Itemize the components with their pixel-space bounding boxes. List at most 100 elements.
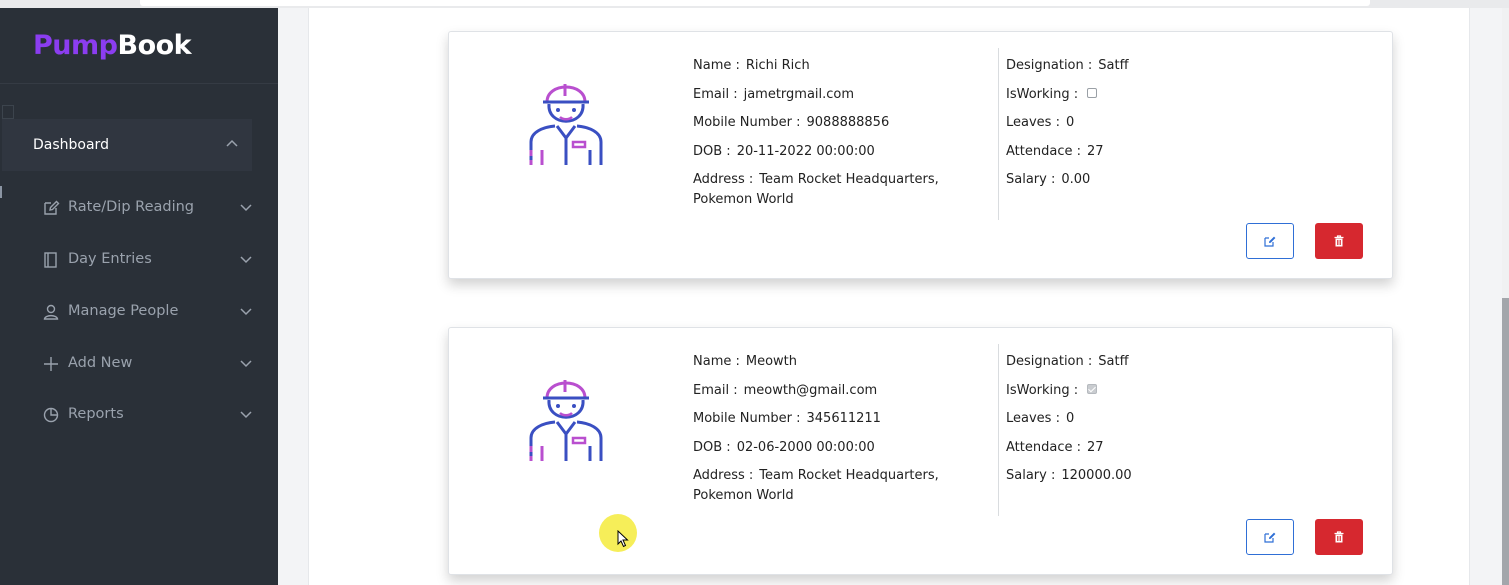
name-value: Richi Rich bbox=[745, 58, 810, 73]
sidebar-item-reports[interactable]: Reports bbox=[0, 395, 278, 435]
isworking-checkbox[interactable] bbox=[1087, 87, 1098, 98]
chevron-up-icon bbox=[226, 139, 238, 147]
sidebar-item-label: Add New bbox=[68, 355, 133, 371]
app-logo[interactable]: PumpBook bbox=[33, 30, 192, 61]
name-value: Meowth bbox=[745, 354, 798, 369]
mobile-value: 9088888856 bbox=[806, 115, 890, 130]
delete-button[interactable] bbox=[1315, 223, 1363, 259]
salary-value: 120000.00 bbox=[1061, 468, 1132, 483]
page-scrollbar[interactable] bbox=[1502, 8, 1509, 585]
chevron-down-icon bbox=[240, 308, 252, 316]
edit-icon bbox=[1264, 532, 1276, 543]
leaves-row: Leaves : 0 bbox=[1006, 113, 1306, 133]
designation-row: Designation : Satff bbox=[1006, 352, 1306, 372]
logo-part-pump: Pump bbox=[33, 30, 118, 61]
leaves-value: 0 bbox=[1065, 411, 1075, 426]
chevron-down-icon bbox=[240, 256, 252, 264]
address-label: Address : bbox=[693, 172, 754, 187]
email-row: Email : meowth@gmail.com bbox=[693, 381, 993, 401]
dob-value: 20-11-2022 00:00:00 bbox=[736, 143, 875, 159]
sidebar-item-label: Dashboard bbox=[33, 137, 109, 153]
attendance-row: Attendace : 27 bbox=[1006, 142, 1306, 162]
sidebar-item-manage-people[interactable]: Manage People bbox=[0, 292, 278, 332]
sidebar: PumpBook Dashboard Rate/Dip Reading Day … bbox=[0, 8, 278, 585]
leaves-label: Leaves : bbox=[1006, 411, 1060, 426]
leaves-label: Leaves : bbox=[1006, 115, 1060, 130]
email-label: Email : bbox=[693, 86, 738, 102]
mobile-row: Mobile Number : 345611211 bbox=[693, 409, 993, 429]
mobile-label: Mobile Number : bbox=[693, 115, 801, 130]
user-icon bbox=[43, 304, 59, 320]
content-panel: Name : Richi Rich Email : jametrgmail.com … bbox=[308, 8, 1470, 585]
sidebar-item-add-new[interactable]: Add New bbox=[0, 344, 278, 384]
employee-stats: Designation : Satff IsWorking : Leaves : 0… bbox=[1006, 56, 1306, 199]
attendance-label: Attendace : bbox=[1006, 439, 1081, 455]
designation-value: Satff bbox=[1098, 58, 1129, 73]
name-row: Name : Meowth bbox=[693, 352, 993, 372]
staff-avatar-icon bbox=[529, 380, 603, 461]
sidebar-item-rate-dip-reading[interactable]: Rate/Dip Reading bbox=[0, 188, 278, 228]
edit-button[interactable] bbox=[1246, 519, 1294, 555]
email-value: meowth@gmail.com bbox=[743, 382, 878, 398]
column-divider bbox=[998, 344, 999, 516]
trash-icon bbox=[1334, 235, 1344, 247]
leaves-row: Leaves : 0 bbox=[1006, 409, 1306, 429]
email-value: jametrgmail.com bbox=[743, 86, 855, 102]
isworking-checkbox[interactable] bbox=[1087, 383, 1098, 394]
designation-label: Designation : bbox=[1006, 354, 1093, 369]
salary-value: 0.00 bbox=[1061, 172, 1091, 187]
staff-avatar-icon bbox=[529, 84, 603, 165]
delete-button[interactable] bbox=[1315, 519, 1363, 555]
sidebar-toggle-icon[interactable] bbox=[2, 105, 14, 119]
mouse-cursor-icon bbox=[617, 530, 629, 548]
attendance-label: Attendace : bbox=[1006, 143, 1081, 159]
salary-row: Salary : 120000.00 bbox=[1006, 466, 1306, 486]
dob-label: DOB : bbox=[693, 439, 731, 455]
name-label: Name : bbox=[693, 354, 740, 369]
isworking-row: IsWorking : bbox=[1006, 381, 1306, 401]
book-icon bbox=[44, 252, 57, 268]
address-row: Address : Team Rocket Headquarters, Pokem… bbox=[693, 466, 993, 506]
main-content: Name : Richi Rich Email : jametrgmail.com … bbox=[278, 8, 1509, 585]
designation-value: Satff bbox=[1098, 354, 1129, 369]
employee-card: Name : Meowth Email : meowth@gmail.com Mob… bbox=[448, 327, 1393, 575]
sidebar-item-label: Day Entries bbox=[68, 251, 152, 267]
employee-details: Name : Richi Rich Email : jametrgmail.com … bbox=[693, 56, 993, 219]
edit-icon bbox=[44, 200, 60, 215]
designation-row: Designation : Satff bbox=[1006, 56, 1306, 76]
salary-label: Salary : bbox=[1006, 468, 1056, 483]
dob-label: DOB : bbox=[693, 143, 731, 159]
chevron-down-icon bbox=[240, 360, 252, 368]
email-label: Email : bbox=[693, 382, 738, 398]
isworking-label: IsWorking : bbox=[1006, 86, 1079, 102]
address-bar bbox=[140, 0, 1370, 6]
attendance-value: 27 bbox=[1086, 143, 1104, 159]
email-row: Email : jametrgmail.com bbox=[693, 85, 993, 105]
address-label: Address : bbox=[693, 468, 754, 483]
column-divider bbox=[998, 48, 999, 220]
pie-chart-icon bbox=[43, 407, 59, 423]
dob-row: DOB : 20-11-2022 00:00:00 bbox=[693, 142, 993, 162]
logo-divider bbox=[0, 83, 278, 84]
edit-button[interactable] bbox=[1246, 223, 1294, 259]
salary-label: Salary : bbox=[1006, 172, 1056, 187]
dob-value: 02-06-2000 00:00:00 bbox=[736, 439, 875, 455]
attendance-value: 27 bbox=[1086, 439, 1104, 455]
scrollbar-thumb[interactable] bbox=[1502, 298, 1509, 585]
sidebar-item-label: Rate/Dip Reading bbox=[68, 199, 194, 215]
salary-row: Salary : 0.00 bbox=[1006, 170, 1306, 190]
logo-part-book: Book bbox=[117, 30, 192, 61]
mobile-value: 345611211 bbox=[806, 411, 881, 426]
chevron-down-icon bbox=[240, 411, 252, 419]
leaves-value: 0 bbox=[1065, 115, 1075, 130]
sidebar-item-dashboard[interactable]: Dashboard bbox=[2, 119, 252, 171]
sidebar-item-day-entries[interactable]: Day Entries bbox=[0, 240, 278, 280]
mobile-label: Mobile Number : bbox=[693, 411, 801, 426]
edit-icon bbox=[1264, 236, 1276, 247]
sidebar-item-label: Reports bbox=[68, 406, 124, 422]
browser-top-strip bbox=[0, 0, 1509, 8]
trash-icon bbox=[1334, 531, 1344, 543]
chevron-down-icon bbox=[240, 204, 252, 212]
name-row: Name : Richi Rich bbox=[693, 56, 993, 76]
sidebar-edge-marker bbox=[0, 186, 2, 198]
